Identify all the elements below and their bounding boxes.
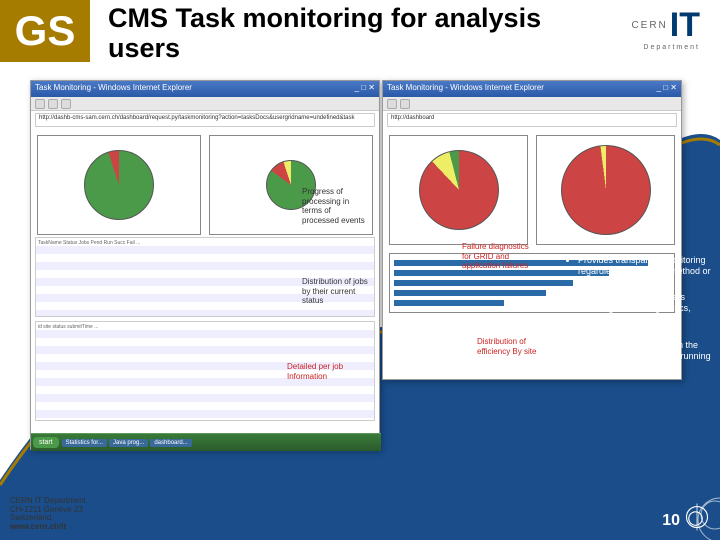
cern-it-logo: CERN IT Department xyxy=(631,6,700,45)
browser-title: Task Monitoring - Windows Internet Explo… xyxy=(35,83,192,95)
window-controls-icon[interactable]: _ □ ✕ xyxy=(657,83,677,95)
page-title: CMS Task monitoring for analysis users xyxy=(108,4,568,63)
callout-efficiency-site: Distribution of efficiency By site xyxy=(475,335,545,358)
bullet-item: Low latency; updates from the worker nod… xyxy=(578,340,716,363)
pie-red-icon xyxy=(419,150,499,230)
taskbar-item[interactable]: Statistics for... xyxy=(62,439,107,447)
forward-icon[interactable] xyxy=(400,99,410,109)
bullet-item: Detailed view of user tasks including fa… xyxy=(578,292,716,337)
bar-item xyxy=(394,280,573,286)
browser-toolbar xyxy=(31,97,379,111)
back-icon[interactable] xyxy=(35,99,45,109)
gs-badge: GS xyxy=(0,0,90,62)
callout-detailed-job: Detailed per job Information xyxy=(285,360,360,383)
cern-logo-icon xyxy=(682,502,712,532)
taskbar-item[interactable]: dashboard... xyxy=(150,439,191,447)
bar-item xyxy=(394,300,504,306)
table-row[interactable]: TaskName Status Jobs Pend Run Succ Fail … xyxy=(38,240,372,246)
pie-chart-failure-reason xyxy=(536,135,675,245)
logo-dept-text: Department xyxy=(643,44,700,51)
callout-failure-diag: Failure diagnostics for GRID and applica… xyxy=(460,240,540,273)
callout-distribution-status: Distribution of jobs by their current st… xyxy=(300,275,370,308)
feature-bullets: Provides transparent monitoring regardle… xyxy=(566,255,716,380)
callout-progress: Progress of processing in terms of proce… xyxy=(300,185,370,227)
pie-chart-failure-site xyxy=(389,135,528,245)
table-row[interactable]: id site status submitTime ... xyxy=(38,324,372,330)
start-button[interactable]: start xyxy=(33,437,59,448)
address-bar[interactable]: http://dashb-cms-sam.cern.ch/dashboard/r… xyxy=(35,113,375,127)
bar-item xyxy=(394,290,546,296)
refresh-icon[interactable] xyxy=(61,99,71,109)
footer-block: CERN IT Department CH-1211 Genève 23 Swi… xyxy=(10,497,86,532)
footer-url: www.cern.ch/it xyxy=(10,523,86,532)
pie-green-icon xyxy=(84,150,154,220)
address-bar[interactable]: http://dashboard xyxy=(387,113,677,127)
taskbar-item[interactable]: Java prog... xyxy=(109,439,148,447)
browser-window-1: Task Monitoring - Windows Internet Explo… xyxy=(30,80,380,450)
bullet-item: Provides transparent monitoring regardle… xyxy=(578,255,716,289)
logo-cern-text: CERN xyxy=(631,20,667,31)
back-icon[interactable] xyxy=(387,99,397,109)
logo-it-text: IT xyxy=(670,6,700,45)
pie-red-full-icon xyxy=(561,145,651,235)
bullet-item: User driven development xyxy=(578,365,716,376)
browser-titlebar: Task Monitoring - Windows Internet Explo… xyxy=(31,81,379,97)
slide-number: 10 xyxy=(662,512,680,530)
pie-chart-status xyxy=(37,135,201,235)
browser-titlebar: Task Monitoring - Windows Internet Explo… xyxy=(383,81,681,97)
browser-toolbar xyxy=(383,97,681,111)
window-controls-icon[interactable]: _ □ ✕ xyxy=(355,83,375,95)
browser-title: Task Monitoring - Windows Internet Explo… xyxy=(387,83,544,95)
forward-icon[interactable] xyxy=(48,99,58,109)
windows-taskbar: start Statistics for... Java prog... das… xyxy=(31,433,381,451)
